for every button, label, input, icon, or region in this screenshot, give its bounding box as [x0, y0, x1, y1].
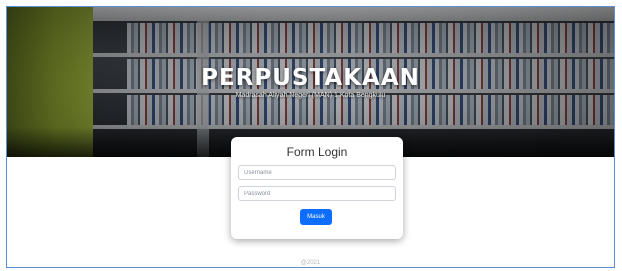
header-banner-image: PERPUSTAKAAN Madrasah Aliyah Negeri (MAN…: [7, 7, 614, 157]
username-input[interactable]: [238, 165, 396, 180]
login-submit-button[interactable]: Masuk: [300, 209, 332, 225]
page-frame: PERPUSTAKAAN Madrasah Aliyah Negeri (MAN…: [6, 6, 615, 268]
footer-copyright: @2021: [300, 260, 321, 266]
site-title: PERPUSTAKAAN: [201, 65, 420, 91]
password-input[interactable]: [238, 186, 396, 201]
site-subtitle: Madrasah Aliyah Negeri (MAN) 1 Kota Beng…: [235, 92, 386, 99]
login-form-card: Form Login Masuk: [231, 137, 403, 239]
login-form-title: Form Login: [286, 145, 348, 159]
